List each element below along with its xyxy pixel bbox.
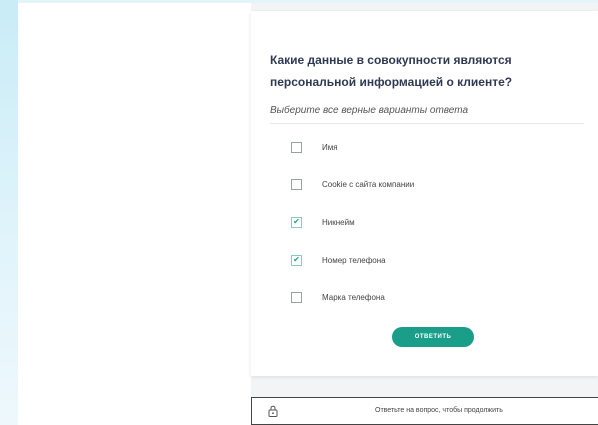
option-name[interactable]: Имя xyxy=(291,140,338,154)
option-checkbox[interactable]: ✔ xyxy=(291,254,302,266)
checkmark-icon: ✔ xyxy=(293,217,300,226)
option-phone-brand[interactable]: Марка телефона xyxy=(291,290,385,304)
left-gradient-strip xyxy=(0,0,18,425)
option-label: Марка телефона xyxy=(322,292,385,302)
option-phone-number[interactable]: ✔ Номер телефона xyxy=(291,253,386,267)
checkmark-icon: ✔ xyxy=(293,255,300,264)
option-label: Номер телефона xyxy=(322,255,386,265)
question-title: Какие данные в совокупности являются пер… xyxy=(270,53,513,89)
option-checkbox[interactable] xyxy=(291,291,302,303)
option-checkbox[interactable]: ✔ xyxy=(291,216,302,228)
option-checkbox[interactable] xyxy=(291,178,302,190)
submit-answer-button[interactable]: ответить xyxy=(392,327,474,347)
quiz-card: Какие данные в совокупности являются пер… xyxy=(251,11,598,376)
option-nickname[interactable]: ✔ Никнейм xyxy=(291,215,355,229)
left-panel xyxy=(18,0,251,425)
divider xyxy=(270,123,584,124)
question-instruction: Выберите все верные варианты ответа xyxy=(270,105,469,116)
option-cookie[interactable]: Cookie с сайта компании xyxy=(291,177,414,191)
option-label: Имя xyxy=(322,142,338,152)
option-checkbox[interactable] xyxy=(291,141,302,153)
option-label: Никнейм xyxy=(322,217,355,227)
option-label: Cookie с сайта компании xyxy=(322,179,415,189)
lock-icon xyxy=(268,405,278,417)
notice-text: Ответьте на вопрос, чтобы продолжить xyxy=(375,407,503,414)
notice-bar: Ответьте на вопрос, чтобы продолжить xyxy=(251,397,598,425)
top-bar xyxy=(18,0,598,3)
